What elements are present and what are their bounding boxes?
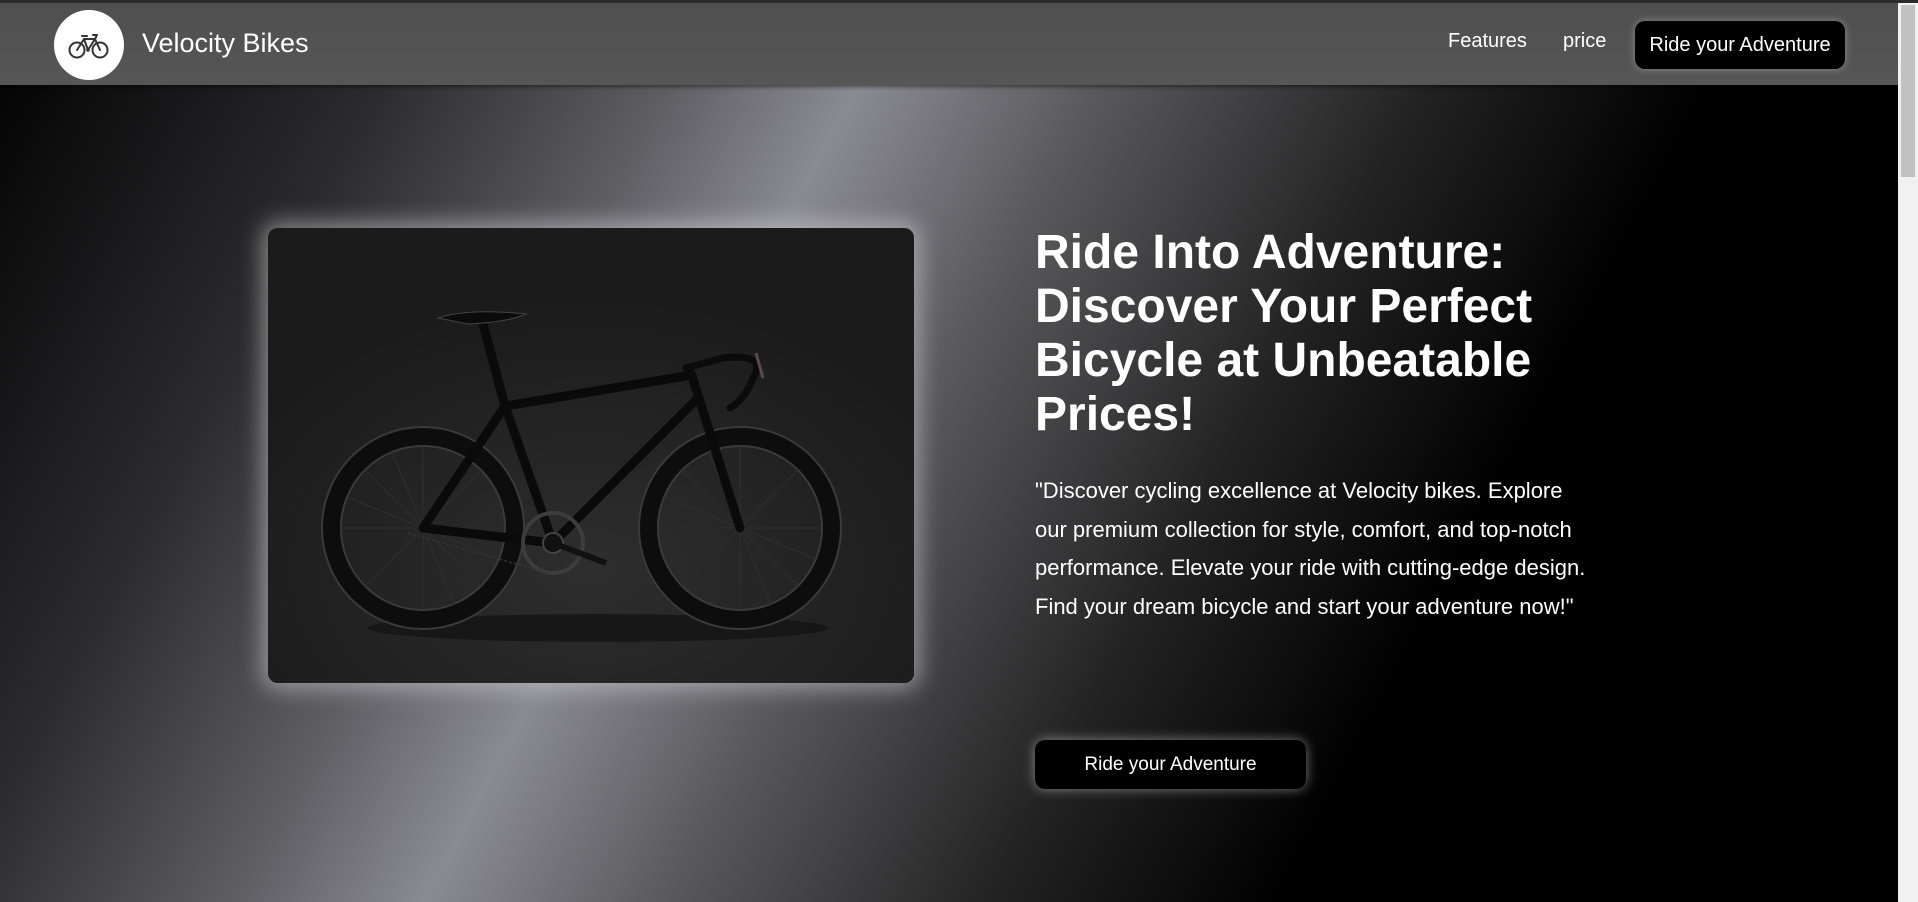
nav-ride-adventure-button[interactable]: Ride your Adventure [1635, 21, 1845, 69]
hero-bicycle-image [268, 228, 914, 683]
nav-link-features[interactable]: Features [1448, 30, 1527, 53]
logo[interactable] [54, 10, 124, 80]
scrollbar-thumb[interactable] [1901, 5, 1915, 177]
hero-description: "Discover cycling excellence at Velocity… [1035, 478, 1586, 619]
brand-name[interactable]: Velocity Bikes [142, 28, 309, 59]
hero-ride-adventure-button[interactable]: Ride your Adventure [1035, 740, 1306, 789]
vertical-scrollbar[interactable] [1898, 3, 1918, 902]
navbar: Velocity Bikes Features price Ride your … [0, 3, 1898, 85]
bicycle-photo [268, 228, 914, 683]
browser-top-edge [0, 0, 1918, 3]
bicycle-icon [68, 34, 109, 59]
nav-link-price[interactable]: price [1563, 30, 1606, 53]
page: Velocity Bikes Features price Ride your … [0, 0, 1898, 902]
hero-title: Ride Into Adventure: Discover Your Perfe… [1035, 226, 1533, 441]
